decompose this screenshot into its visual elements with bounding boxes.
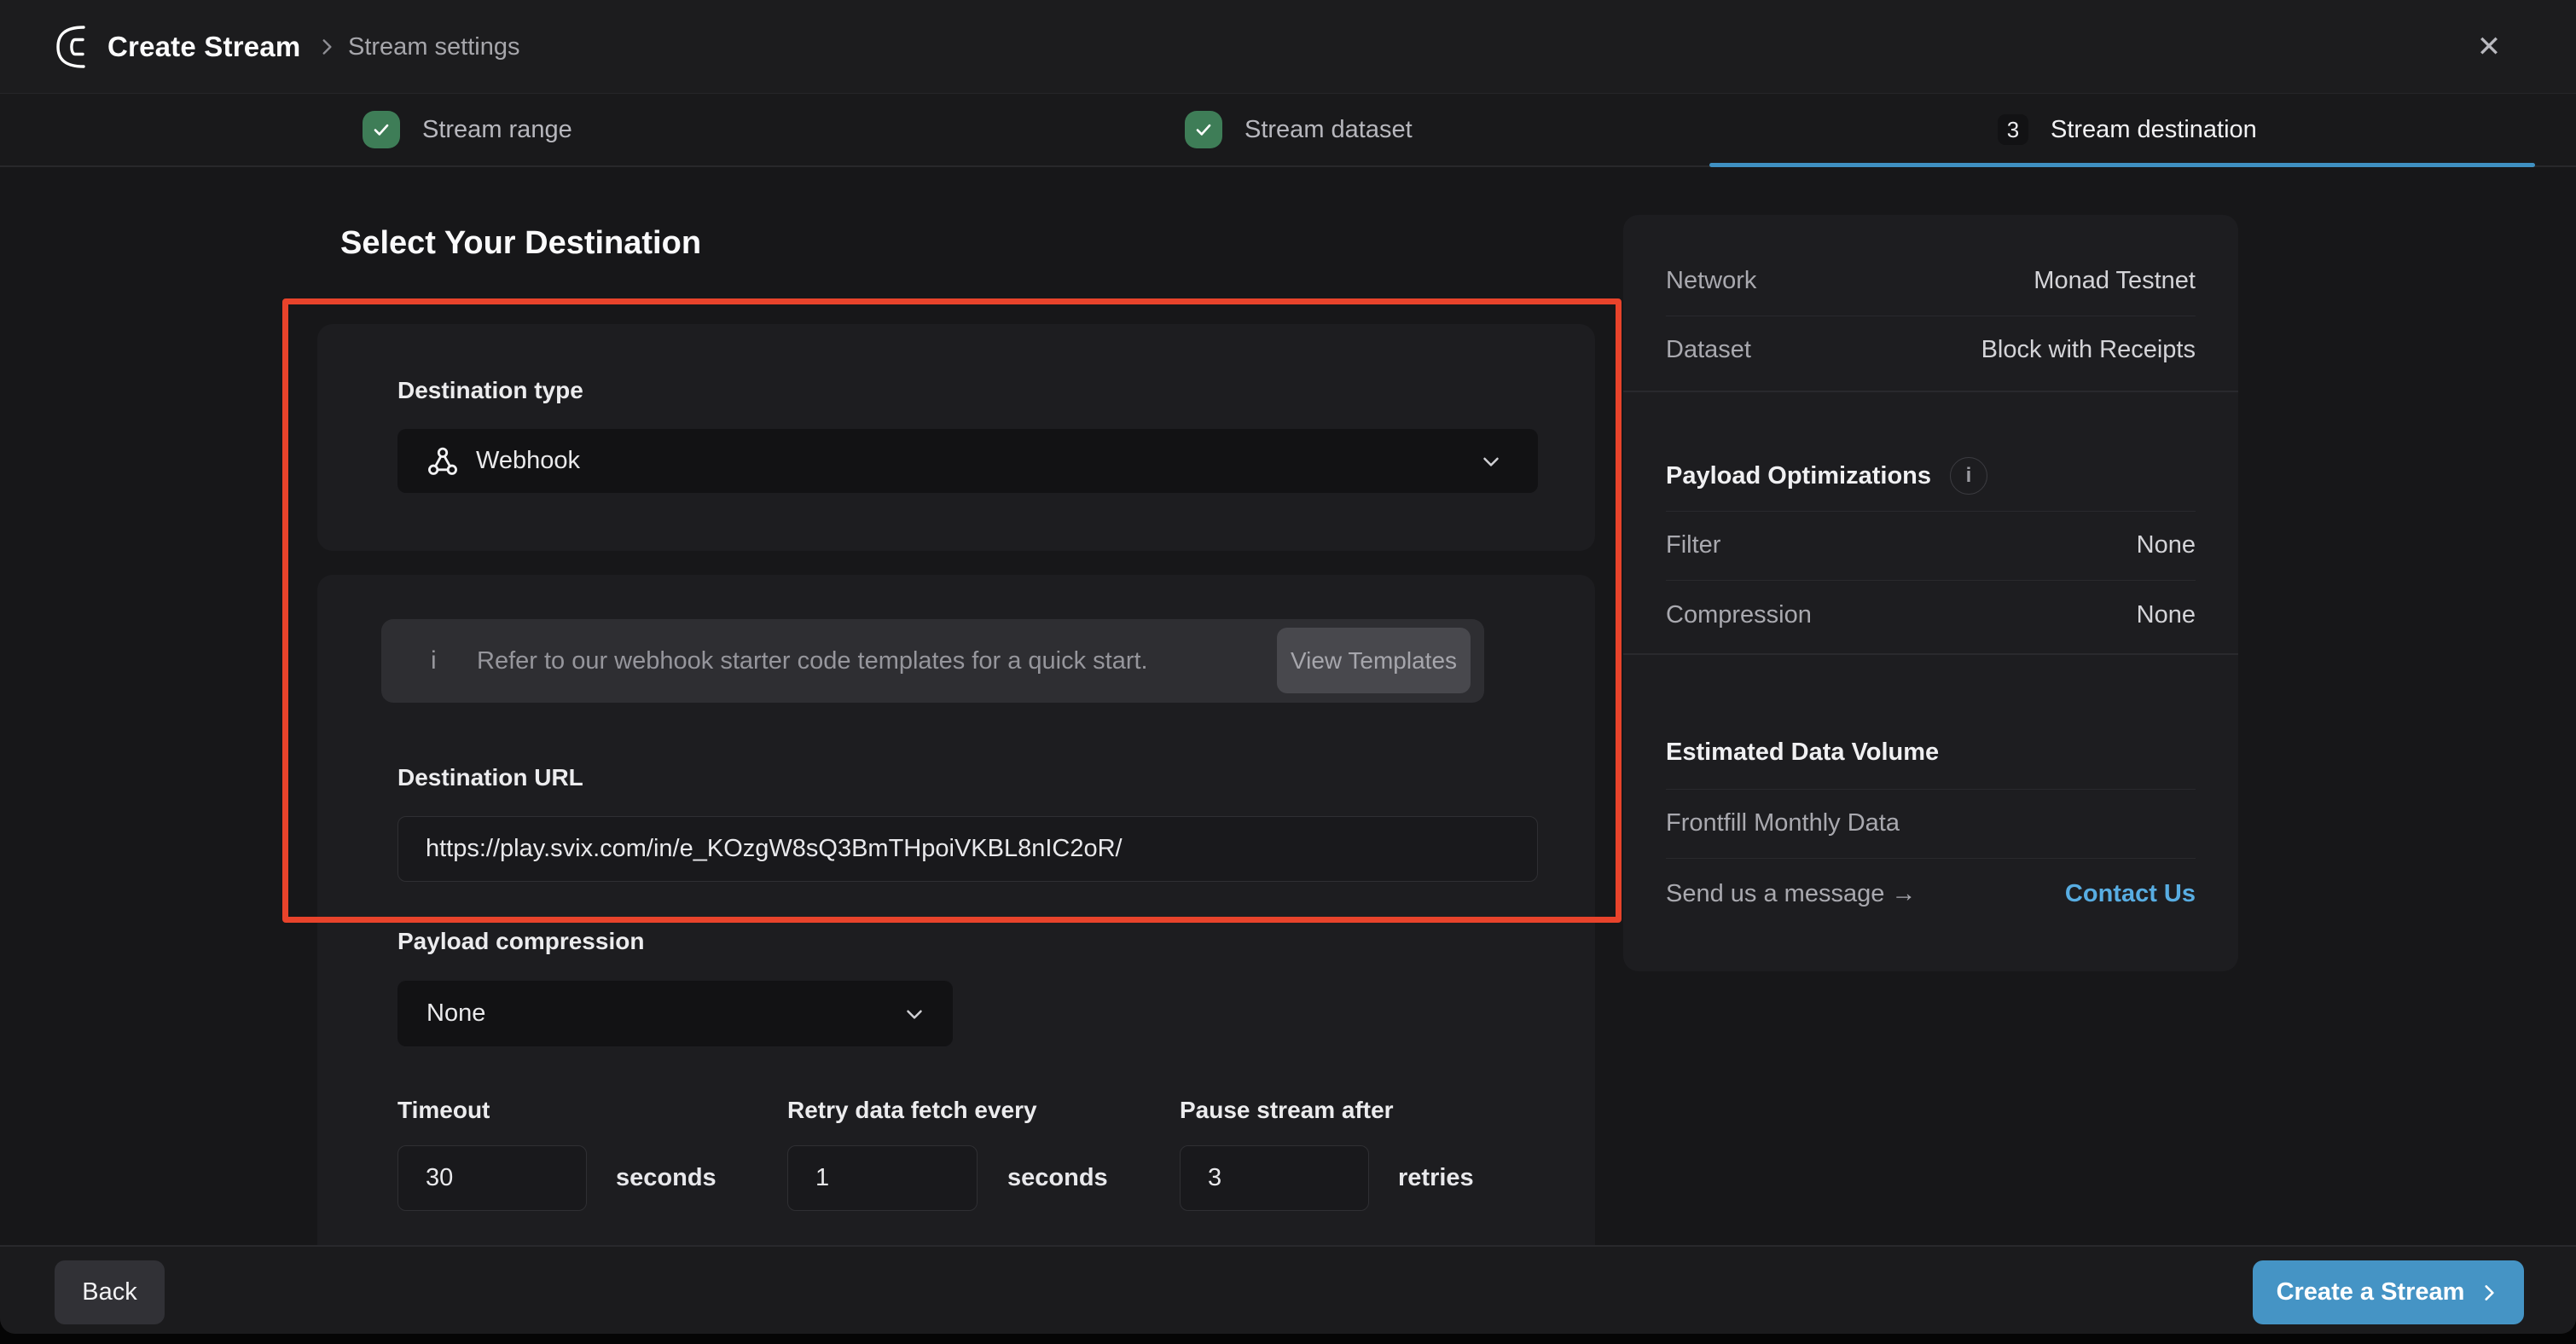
summary-row-dataset: Dataset Block with Receipts: [1666, 333, 2196, 367]
row-value: Block with Receipts: [1981, 336, 2196, 364]
view-templates-button[interactable]: View Templates: [1277, 628, 1471, 693]
section-header: Payload Optimizations i: [1666, 457, 1987, 495]
check-icon: [363, 111, 400, 148]
create-stream-button[interactable]: Create a Stream: [2253, 1260, 2524, 1324]
payload-compression-label: Payload compression: [397, 928, 644, 955]
row-label: Network: [1666, 267, 1756, 295]
timeout-unit: seconds: [616, 1145, 717, 1211]
timeout-label: Timeout: [397, 1097, 490, 1124]
section-header-label: Payload Optimizations: [1666, 462, 1931, 490]
divider: [1666, 511, 2196, 512]
divider: [1666, 789, 2196, 790]
step-tabbar: Stream range Stream dataset 3 Stream des…: [0, 94, 2576, 167]
payload-compression-select[interactable]: None: [397, 981, 953, 1046]
active-tab-indicator: [1709, 163, 2535, 167]
summary-row-payload-optimizations: Payload Optimizations i: [1666, 456, 2196, 495]
banner-text: Refer to our webhook starter code templa…: [477, 619, 1148, 703]
divider: [1666, 858, 2196, 859]
retry-label: Retry data fetch every: [787, 1097, 1037, 1124]
section-divider: [1623, 391, 2238, 392]
step-number-badge: 3: [1998, 114, 2028, 145]
payload-compression-value: None: [426, 999, 485, 1028]
destination-url-label: Destination URL: [397, 764, 583, 791]
templates-info-banner: i Refer to our webhook starter code temp…: [381, 619, 1484, 703]
summary-row-estimated-data-volume: Estimated Data Volume: [1666, 735, 2196, 769]
row-value: None: [2137, 601, 2196, 629]
destination-url-input[interactable]: [397, 816, 1538, 882]
section-heading: Select Your Destination: [340, 225, 701, 262]
summary-row-network: Network Monad Testnet: [1666, 264, 2196, 298]
section-header-label: Estimated Data Volume: [1666, 739, 1939, 767]
create-stream-label: Create a Stream: [2277, 1278, 2465, 1306]
header: Create Stream Stream settings ✕: [0, 0, 2576, 94]
row-label: Frontfill Monthly Data: [1666, 809, 1900, 837]
chevron-down-icon: [1478, 449, 1504, 474]
info-icon: i: [431, 619, 437, 703]
pause-unit: retries: [1398, 1145, 1474, 1211]
check-icon: [1185, 111, 1222, 148]
timeout-input[interactable]: [397, 1145, 587, 1211]
chevron-down-icon: [902, 1001, 927, 1027]
row-label: Filter: [1666, 531, 1720, 559]
pause-label: Pause stream after: [1180, 1097, 1394, 1124]
section-divider: [1623, 653, 2238, 655]
app-logo-icon: [53, 24, 92, 70]
webhook-config-card: i Refer to our webhook starter code temp…: [317, 575, 1595, 1245]
tab-label: Stream destination: [2051, 116, 2257, 144]
close-icon[interactable]: ✕: [2465, 23, 2513, 71]
create-stream-modal: Create Stream Stream settings ✕ Stream r…: [0, 0, 2576, 1334]
info-icon[interactable]: i: [1950, 457, 1987, 495]
tab-stream-range[interactable]: Stream range: [363, 94, 572, 165]
summary-row-contact: Send us a message → Contact Us: [1666, 877, 2196, 911]
retry-input[interactable]: [787, 1145, 978, 1211]
tab-label: Stream range: [422, 116, 572, 144]
footer-bar: Back Create a Stream: [0, 1245, 2576, 1334]
destination-type-card: Destination type Webhook: [317, 324, 1595, 551]
divider: [1666, 580, 2196, 581]
row-label: Dataset: [1666, 336, 1751, 364]
destination-type-select[interactable]: Webhook: [397, 429, 1538, 493]
summary-row-filter: Filter None: [1666, 528, 2196, 562]
tab-label: Stream dataset: [1244, 116, 1413, 144]
summary-row-frontfill: Frontfill Monthly Data: [1666, 806, 2196, 840]
row-label: Compression: [1666, 601, 1812, 629]
destination-type-label: Destination type: [397, 377, 583, 404]
page-title: Create Stream: [107, 0, 300, 94]
row-label: Send us a message →: [1666, 880, 1916, 908]
row-value: Monad Testnet: [2034, 267, 2196, 295]
retry-unit: seconds: [1007, 1145, 1108, 1211]
webhook-icon: [425, 443, 461, 479]
back-button[interactable]: Back: [55, 1260, 165, 1324]
chevron-right-icon: [2478, 1282, 2500, 1304]
contact-us-link[interactable]: Contact Us: [2065, 880, 2196, 908]
stream-summary-card: Network Monad Testnet Dataset Block with…: [1623, 215, 2238, 971]
summary-row-compression: Compression None: [1666, 598, 2196, 632]
destination-type-value: Webhook: [476, 447, 580, 475]
breadcrumb: Stream settings: [348, 0, 519, 94]
breadcrumb-chevron-icon: [316, 36, 338, 58]
content-area: Select Your Destination Destination type…: [0, 169, 2576, 1245]
pause-input[interactable]: [1180, 1145, 1369, 1211]
row-value: None: [2137, 531, 2196, 559]
tab-stream-destination[interactable]: 3 Stream destination: [1998, 94, 2257, 165]
tab-stream-dataset[interactable]: Stream dataset: [1185, 94, 1413, 165]
